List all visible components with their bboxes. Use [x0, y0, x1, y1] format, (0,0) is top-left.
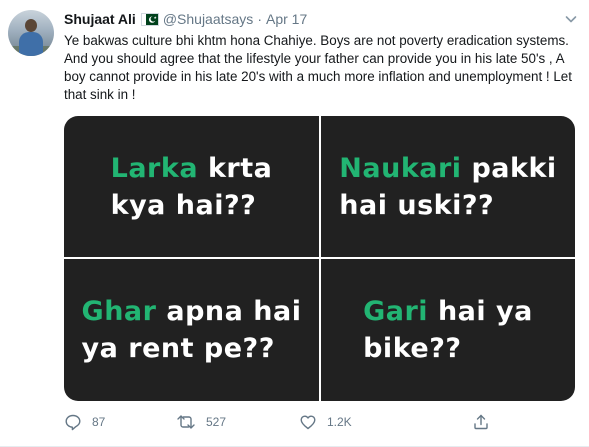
- avatar[interactable]: [8, 10, 54, 56]
- media-image-3[interactable]: Ghar apna hai ya rent pe??: [64, 259, 319, 401]
- media-image-3-text: Ghar apna hai ya rent pe??: [82, 293, 302, 367]
- media-image-1-text: Larka krta kya hai??: [111, 150, 273, 224]
- media-image-2-line1: pakki: [461, 152, 557, 184]
- reply-button[interactable]: 87: [64, 412, 105, 432]
- reply-icon: [65, 414, 81, 431]
- media-image-4-text: Gari hai ya bike??: [363, 293, 533, 367]
- tweet-media-grid[interactable]: Larka krta kya hai?? Naukari pakki hai u…: [64, 116, 575, 401]
- media-image-1-line1: krta: [198, 152, 273, 184]
- share-button[interactable]: [472, 412, 490, 432]
- avatar-body: [19, 32, 43, 56]
- media-image-1-line2: kya hai??: [110, 189, 257, 221]
- pakistan-flag-icon: [140, 12, 159, 26]
- media-image-3-line2: ya rent pe??: [81, 333, 275, 364]
- like-button[interactable]: 1.2K: [299, 412, 352, 432]
- tweet[interactable]: Shujaat Ali @Shujaatsays · Apr 17 Ye bak…: [0, 0, 589, 447]
- tweet-text: Ye bakwas culture bhi khtm hona Chahiye.…: [64, 33, 572, 102]
- media-image-3-highlight: Ghar: [81, 296, 157, 327]
- media-image-1-highlight: Larka: [110, 152, 199, 184]
- media-image-1[interactable]: Larka krta kya hai??: [64, 116, 319, 257]
- reply-count: 87: [92, 415, 106, 429]
- like-icon: [300, 415, 316, 430]
- media-image-2-line2: hai uski??: [339, 189, 495, 221]
- share-icon: [474, 414, 488, 430]
- retweet-count: 527: [206, 415, 227, 429]
- retweet-button[interactable]: 527: [176, 412, 226, 432]
- retweet-icon: [177, 415, 195, 429]
- tweet-date[interactable]: Apr 17: [266, 11, 307, 27]
- author-handle[interactable]: @Shujaatsays: [163, 11, 253, 27]
- tweet-header: Shujaat Ali @Shujaatsays · Apr 17: [64, 10, 307, 28]
- media-image-2[interactable]: Naukari pakki hai uski??: [321, 116, 575, 257]
- media-image-4-highlight: Gari: [363, 296, 429, 327]
- like-count: 1.2K: [327, 415, 352, 429]
- media-image-3-line1: apna hai: [156, 296, 302, 327]
- avatar-head: [25, 19, 37, 32]
- media-image-2-text: Naukari pakki hai uski??: [339, 150, 556, 224]
- media-image-2-highlight: Naukari: [339, 152, 462, 184]
- media-image-4-line1: hai ya: [428, 296, 533, 327]
- tweet-actions: 87 527 1.2K: [64, 412, 544, 432]
- media-image-4[interactable]: Gari hai ya bike??: [321, 259, 575, 401]
- author-name[interactable]: Shujaat Ali: [64, 11, 136, 27]
- chevron-down-icon[interactable]: [562, 10, 580, 28]
- header-separator: ·: [257, 11, 262, 27]
- media-image-4-line2: bike??: [363, 333, 462, 364]
